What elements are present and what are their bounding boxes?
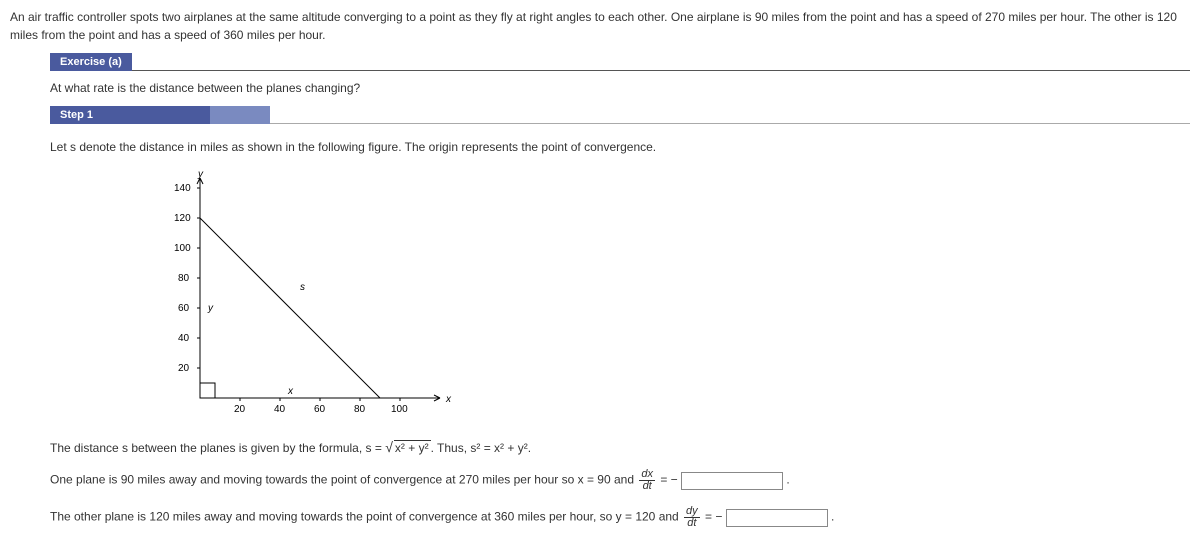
- svg-text:40: 40: [178, 333, 190, 344]
- formula-line: The distance s between the planes is giv…: [50, 439, 1190, 455]
- fraction-dxdt: dx dt: [639, 469, 655, 492]
- line-s: [200, 218, 380, 398]
- label-y: y: [207, 303, 214, 314]
- y-ticks: 20 40 60 80 100 120 140: [174, 183, 200, 374]
- exercise-question: At what rate is the distance between the…: [50, 81, 1190, 95]
- exercise-divider: Exercise (a): [50, 70, 1190, 71]
- label-x: x: [287, 386, 294, 397]
- svg-text:20: 20: [178, 363, 190, 374]
- svg-text:60: 60: [314, 404, 326, 415]
- svg-text:100: 100: [391, 404, 408, 415]
- step-tab: Step 1: [50, 106, 210, 124]
- fraction-dydt: dy dt: [684, 506, 700, 529]
- svg-text:80: 80: [178, 273, 190, 284]
- input-dydt[interactable]: [726, 509, 828, 527]
- step-progress-indicator: [210, 106, 270, 124]
- svg-text:120: 120: [174, 213, 191, 224]
- svg-text:100: 100: [174, 243, 191, 254]
- svg-text:60: 60: [178, 303, 190, 314]
- x-ticks: 20 40 60 80 100: [234, 398, 408, 415]
- y-axis-label: y: [197, 169, 204, 180]
- step-container: Step 1 Let s denote the distance in mile…: [50, 123, 1190, 529]
- label-s: s: [300, 282, 305, 293]
- svg-text:40: 40: [274, 404, 286, 415]
- exercise-tab: Exercise (a): [50, 53, 132, 71]
- svg-text:140: 140: [174, 183, 191, 194]
- plane2-line: The other plane is 120 miles away and mo…: [50, 506, 1190, 529]
- x-axis-label: x: [445, 394, 452, 405]
- problem-statement: An air traffic controller spots two airp…: [10, 8, 1190, 44]
- input-dxdt[interactable]: [681, 472, 783, 490]
- svg-text:80: 80: [354, 404, 366, 415]
- plane1-line: One plane is 90 miles away and moving to…: [50, 469, 1190, 492]
- step-lead: Let s denote the distance in miles as sh…: [50, 140, 1190, 154]
- right-angle-icon: [200, 383, 215, 398]
- svg-text:20: 20: [234, 404, 246, 415]
- figure: y x 20 40 60 80 100 120 140: [150, 168, 1190, 431]
- figure-svg: y x 20 40 60 80 100 120 140: [150, 168, 460, 428]
